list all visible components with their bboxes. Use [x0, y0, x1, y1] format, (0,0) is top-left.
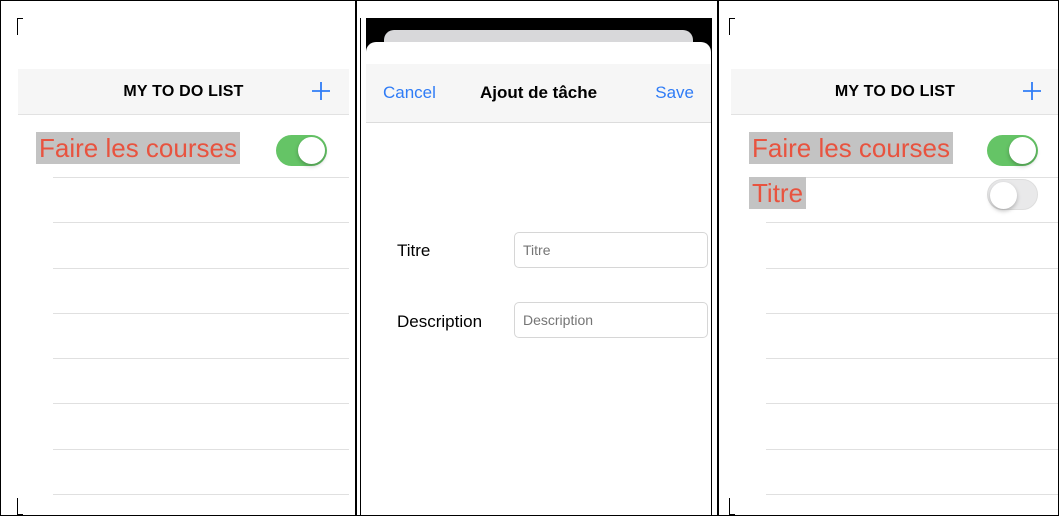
description-field[interactable] [514, 302, 708, 338]
row-separator [53, 313, 349, 314]
task-label: Titre [749, 177, 807, 209]
row-separator [766, 358, 1059, 359]
row-separator [53, 222, 349, 223]
row-separator [766, 403, 1059, 404]
description-field-label: Description [397, 312, 483, 331]
list-item[interactable]: Titre [731, 170, 1059, 215]
row-separator [53, 177, 349, 178]
row-separator [53, 494, 349, 495]
title-field[interactable] [514, 232, 708, 268]
frame-border-top [0, 0, 1059, 1]
corner-marker [729, 498, 735, 515]
row-separator [766, 222, 1059, 223]
screen-add-task: Ajout de tâche Cancel Save Titre Descrip… [366, 0, 711, 516]
plus-icon[interactable] [310, 80, 332, 102]
panel-divider [355, 0, 357, 516]
row-separator [53, 268, 349, 269]
frame-border-left [0, 0, 1, 516]
list-item[interactable]: Faire les courses [731, 125, 1059, 170]
task-done-toggle[interactable] [276, 135, 327, 166]
screen-todo-list-updated: MY TO DO LIST Faire les courses Titre [731, 0, 1059, 516]
panel-edge [711, 18, 712, 516]
row-separator [766, 268, 1059, 269]
nav-title: MY TO DO LIST [123, 83, 244, 100]
corner-marker [729, 18, 735, 35]
corner-marker [17, 498, 23, 515]
nav-title: MY TO DO LIST [834, 83, 956, 100]
row-separator [53, 449, 349, 450]
panel-edge [360, 18, 361, 516]
nav-bar: MY TO DO LIST [18, 69, 349, 115]
list-item[interactable]: Faire les courses [18, 125, 349, 170]
row-separator [53, 403, 349, 404]
task-label: Faire les courses [749, 132, 953, 164]
modal-sheet: Ajout de tâche Cancel Save Titre Descrip… [366, 42, 711, 516]
task-label: Faire les courses [36, 132, 240, 164]
screen-todo-list: MY TO DO LIST Faire les courses [18, 0, 349, 516]
toggle-knob [1009, 137, 1036, 164]
cancel-button[interactable]: Cancel [383, 64, 436, 122]
row-separator [766, 494, 1059, 495]
title-field-label: Titre [397, 241, 431, 260]
toggle-knob [990, 182, 1017, 209]
panel-divider [717, 0, 719, 516]
corner-marker [17, 18, 23, 35]
row-separator [53, 358, 349, 359]
task-done-toggle[interactable] [987, 135, 1038, 166]
nav-bar: MY TO DO LIST [731, 69, 1059, 115]
save-button[interactable]: Save [655, 64, 694, 122]
row-separator [766, 313, 1059, 314]
toggle-knob [298, 137, 325, 164]
row-separator [766, 449, 1059, 450]
task-done-toggle[interactable] [987, 179, 1038, 210]
modal-header: Ajout de tâche Cancel Save [366, 64, 711, 123]
plus-icon[interactable] [1021, 80, 1043, 102]
